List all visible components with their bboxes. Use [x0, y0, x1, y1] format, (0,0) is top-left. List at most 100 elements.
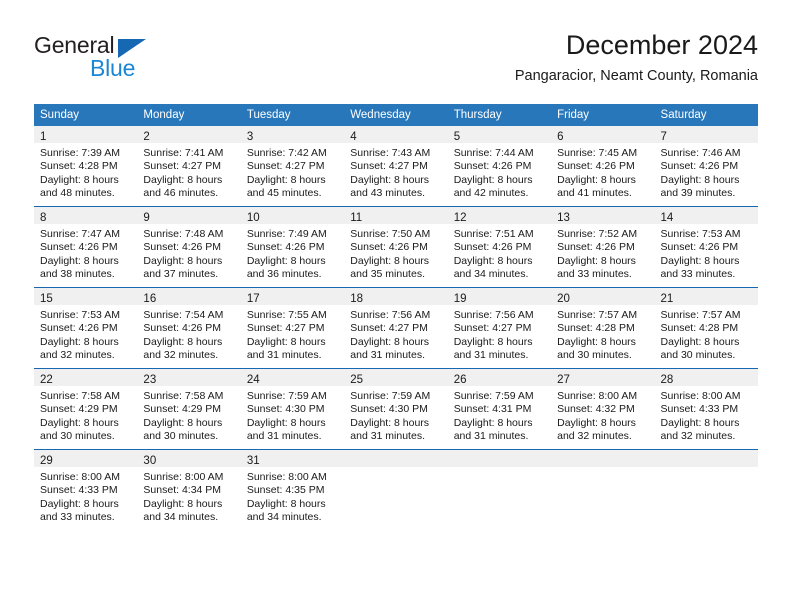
day-cell[interactable]: 9 Sunrise: 7:48 AM Sunset: 4:26 PM Daylight… [137, 206, 241, 288]
sunset-text: Sunset: 4:27 PM [350, 322, 428, 335]
page-title: December 2024 [565, 30, 758, 60]
daylight-text-cont: and 31 minutes. [453, 348, 529, 361]
sunrise-text: Sunrise: 8:00 AM [40, 471, 120, 483]
daylight-text: Daylight: 8 hours [350, 416, 430, 429]
day-cell[interactable]: 14 Sunrise: 7:53 AM Sunset: 4:26 PM Dayligh… [654, 206, 758, 288]
daylight-text-cont: and 31 minutes. [246, 429, 322, 442]
sunset-text: Sunset: 4:30 PM [246, 403, 325, 416]
calendar-week-row: 8 Sunrise: 7:47 AM Sunset: 4:26 PM Daylight… [34, 206, 758, 288]
sunrise-text: Sunrise: 7:51 AM [453, 228, 534, 240]
sunrise-text: Sunrise: 7:43 AM [350, 147, 431, 159]
day-cell[interactable]: 20 Sunrise: 7:57 AM Sunset: 4:28 PM Dayligh… [551, 287, 655, 369]
weekday-header-monday: Monday [137, 104, 241, 126]
sunset-text: Sunset: 4:28 PM [660, 322, 739, 335]
day-cell[interactable]: 7 Sunrise: 7:46 AM Sunset: 4:26 PM Daylight… [654, 126, 758, 207]
weekday-header-wednesday: Wednesday [344, 104, 448, 126]
day-number: 12 [453, 212, 467, 224]
day-cell[interactable]: 24 Sunrise: 7:59 AM Sunset: 4:30 PM Dayligh… [240, 368, 345, 450]
daylight-text: Daylight: 8 hours [453, 335, 533, 348]
calendar-page: General Blue December 2024 Pangaracior, … [0, 0, 792, 612]
day-cell[interactable]: 13 Sunrise: 7:52 AM Sunset: 4:26 PM Dayligh… [551, 206, 655, 288]
daylight-text-cont: and 30 minutes. [143, 429, 219, 442]
day-cell[interactable]: 18 Sunrise: 7:56 AM Sunset: 4:27 PM Dayligh… [344, 287, 448, 369]
day-number: 5 [453, 131, 461, 143]
sunset-text: Sunset: 4:32 PM [557, 403, 635, 416]
daylight-text-cont: and 43 minutes. [350, 186, 425, 199]
day-number: 23 [143, 374, 157, 386]
day-cell[interactable]: 12 Sunrise: 7:51 AM Sunset: 4:26 PM Dayligh… [447, 206, 552, 288]
day-cell[interactable]: 11 Sunrise: 7:50 AM Sunset: 4:26 PM Dayligh… [344, 206, 448, 288]
day-cell[interactable]: 16 Sunrise: 7:54 AM Sunset: 4:26 PM Dayligh… [137, 287, 241, 369]
day-cell[interactable]: 31 Sunrise: 8:00 AM Sunset: 4:35 PM Dayligh… [240, 449, 345, 530]
daylight-text-cont: and 42 minutes. [453, 186, 529, 199]
calendar-table: Sunday Monday Tuesday Wednesday Thursday… [34, 104, 758, 530]
day-cell[interactable]: 25 Sunrise: 7:59 AM Sunset: 4:30 PM Dayligh… [344, 368, 448, 450]
sunrise-text: Sunrise: 7:56 AM [350, 309, 431, 321]
sunrise-text: Sunrise: 7:41 AM [143, 147, 224, 159]
sunset-text: Sunset: 4:26 PM [660, 160, 739, 173]
day-number: 19 [453, 293, 467, 305]
sunrise-text: Sunrise: 7:53 AM [40, 309, 120, 321]
sunrise-text: Sunrise: 7:42 AM [246, 147, 327, 159]
sunrise-text: Sunrise: 7:46 AM [660, 147, 741, 159]
day-cell[interactable]: 19 Sunrise: 7:56 AM Sunset: 4:27 PM Dayligh… [447, 287, 552, 369]
day-cell[interactable]: 22 Sunrise: 7:58 AM Sunset: 4:29 PM Dayligh… [34, 368, 138, 450]
daylight-text: Daylight: 8 hours [40, 497, 119, 510]
day-cell[interactable]: 6 Sunrise: 7:45 AM Sunset: 4:26 PM Daylight… [551, 126, 655, 207]
daylight-text: Daylight: 8 hours [40, 173, 119, 186]
day-number: 31 [246, 455, 260, 467]
sunrise-text: Sunrise: 7:45 AM [557, 147, 638, 159]
day-number: 20 [557, 293, 570, 305]
day-cell[interactable]: 21 Sunrise: 7:57 AM Sunset: 4:28 PM Dayligh… [654, 287, 758, 369]
daylight-text-cont: and 46 minutes. [143, 186, 219, 199]
sunrise-text: Sunrise: 8:00 AM [143, 471, 224, 483]
sunrise-text: Sunrise: 7:48 AM [143, 228, 224, 240]
day-cell[interactable]: 15 Sunrise: 7:53 AM Sunset: 4:26 PM Dayligh… [34, 287, 138, 369]
day-cell[interactable]: 2 Sunrise: 7:41 AM Sunset: 4:27 PM Daylight… [137, 126, 241, 207]
daylight-text: Daylight: 8 hours [660, 254, 740, 267]
sunrise-text: Sunrise: 8:00 AM [246, 471, 327, 483]
daylight-text: Daylight: 8 hours [660, 173, 740, 186]
day-cell[interactable]: 23 Sunrise: 7:58 AM Sunset: 4:29 PM Dayligh… [137, 368, 241, 450]
day-cell[interactable]: 26 Sunrise: 7:59 AM Sunset: 4:31 PM Dayligh… [447, 368, 552, 450]
weekday-header-saturday: Saturday [654, 104, 758, 126]
sunrise-text: Sunrise: 7:59 AM [246, 390, 327, 402]
sunset-text: Sunset: 4:27 PM [453, 322, 532, 335]
day-cell[interactable]: 1 Sunrise: 7:39 AM Sunset: 4:28 PM Daylight… [34, 126, 138, 207]
daylight-text-cont: and 34 minutes. [246, 510, 322, 523]
sunset-text: Sunset: 4:26 PM [660, 241, 739, 254]
day-cell[interactable]: 4 Sunrise: 7:43 AM Sunset: 4:27 PM Daylight… [344, 126, 448, 207]
sunset-text: Sunset: 4:33 PM [660, 403, 739, 416]
sunset-text: Sunset: 4:26 PM [143, 322, 222, 335]
sunrise-text: Sunrise: 7:49 AM [246, 228, 327, 240]
weekday-header-sunday: Sunday [34, 104, 138, 126]
sunset-text: Sunset: 4:26 PM [40, 241, 118, 254]
sunrise-text: Sunrise: 7:47 AM [40, 228, 120, 240]
day-number: 30 [143, 455, 157, 467]
sunset-text: Sunset: 4:27 PM [246, 160, 325, 173]
sunrise-text: Sunrise: 7:57 AM [557, 309, 638, 321]
sunset-text: Sunset: 4:33 PM [40, 484, 118, 497]
sunrise-text: Sunrise: 7:58 AM [143, 390, 224, 402]
day-cell[interactable]: 27 Sunrise: 8:00 AM Sunset: 4:32 PM Dayligh… [551, 368, 655, 450]
day-cell[interactable]: 30 Sunrise: 8:00 AM Sunset: 4:34 PM Dayligh… [137, 449, 241, 530]
daylight-text-cont: and 33 minutes. [557, 267, 632, 280]
day-number: 14 [660, 212, 674, 224]
daylight-text: Daylight: 8 hours [453, 254, 533, 267]
sunset-text: Sunset: 4:29 PM [40, 403, 118, 416]
day-cell[interactable]: 10 Sunrise: 7:49 AM Sunset: 4:26 PM Dayligh… [240, 206, 345, 288]
sunset-text: Sunset: 4:26 PM [350, 241, 428, 254]
day-cell[interactable]: 17 Sunrise: 7:55 AM Sunset: 4:27 PM Dayligh… [240, 287, 345, 369]
day-cell[interactable]: 29 Sunrise: 8:00 AM Sunset: 4:33 PM Dayligh… [34, 449, 138, 530]
day-cell[interactable]: 28 Sunrise: 8:00 AM Sunset: 4:33 PM Dayligh… [654, 368, 758, 450]
day-number: 4 [350, 131, 357, 143]
calendar-week-row: 15 Sunrise: 7:53 AM Sunset: 4:26 PM Dayligh… [34, 287, 758, 369]
day-number: 3 [246, 131, 254, 143]
daylight-text-cont: and 36 minutes. [246, 267, 322, 280]
day-cell[interactable]: 3 Sunrise: 7:42 AM Sunset: 4:27 PM Daylight… [240, 126, 345, 207]
day-cell[interactable]: 8 Sunrise: 7:47 AM Sunset: 4:26 PM Daylight… [34, 206, 138, 288]
title-block: December 2024 Pangaracior, Neamt County,… [515, 28, 758, 86]
day-cell[interactable]: 5 Sunrise: 7:44 AM Sunset: 4:26 PM Daylight… [447, 126, 552, 207]
day-number: 27 [557, 374, 570, 386]
daylight-text: Daylight: 8 hours [246, 173, 326, 186]
